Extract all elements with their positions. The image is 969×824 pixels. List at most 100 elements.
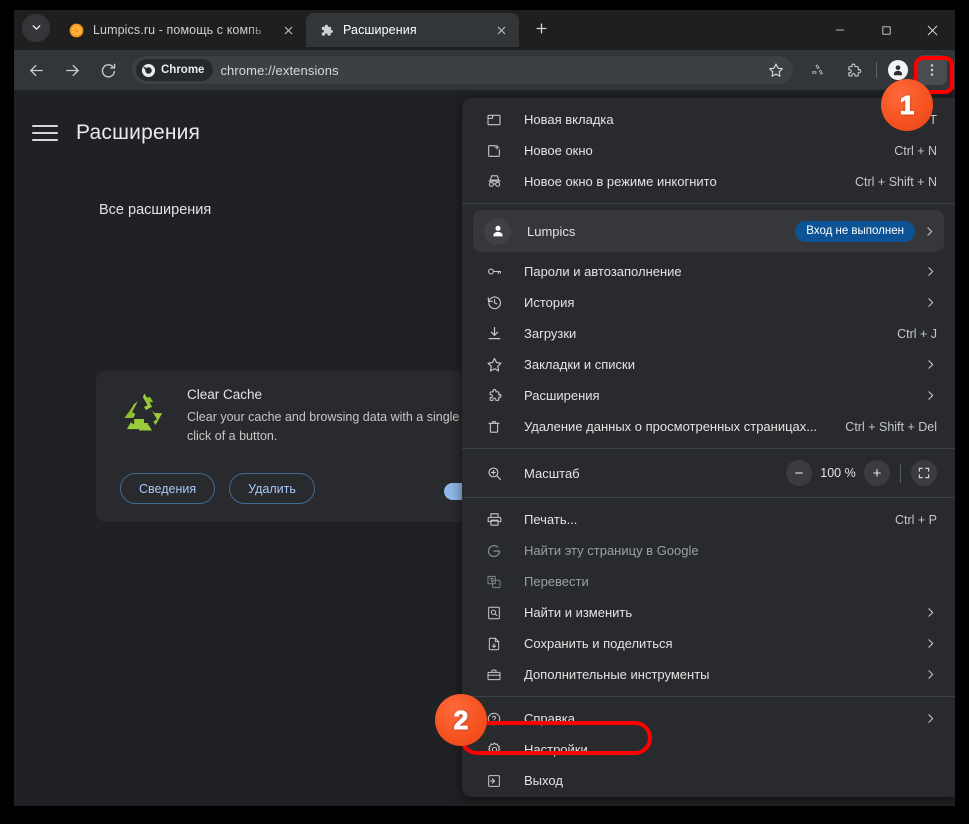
menu-item-extensions[interactable]: Расширения: [462, 380, 955, 411]
download-icon: [484, 325, 504, 342]
menu-item-new-window[interactable]: Новое окно Ctrl + N: [462, 135, 955, 166]
new-tab-button[interactable]: [527, 14, 555, 42]
extension-remove-button[interactable]: Удалить: [229, 473, 315, 504]
menu-item-passwords[interactable]: Пароли и автозаполнение: [462, 256, 955, 287]
minimize-button[interactable]: [817, 10, 863, 50]
menu-item-clear-browsing-data[interactable]: Удаление данных о просмотренных страница…: [462, 411, 955, 442]
menu-item-downloads[interactable]: Загрузки Ctrl + J: [462, 318, 955, 349]
chevron-right-icon: [924, 389, 937, 402]
browser-toolbar: Chrome chrome://extensions: [14, 50, 955, 90]
screenshot-root: Lumpics.ru - помощь с компь Расширения C…: [0, 0, 969, 824]
fullscreen-icon: [918, 467, 930, 479]
maximize-button[interactable]: [863, 10, 909, 50]
bookmark-button[interactable]: [763, 57, 789, 83]
clear-cache-extension-button[interactable]: [802, 55, 832, 85]
menu-item-label: Новое окно: [524, 143, 593, 158]
history-icon: [484, 294, 504, 311]
menu-item-incognito[interactable]: Новое окно в режиме инкогнито Ctrl + Shi…: [462, 166, 955, 197]
tab-extensions[interactable]: Расширения: [306, 13, 519, 47]
step-badge-2: 2: [435, 694, 487, 746]
avatar: [888, 60, 908, 80]
menu-item-label: Печать...: [524, 512, 578, 527]
profile-name: Lumpics: [527, 223, 576, 239]
window-controls: [817, 10, 955, 50]
back-button[interactable]: [21, 55, 51, 85]
menu-separator: [462, 696, 955, 697]
menu-item-translate: Перевести: [462, 566, 955, 597]
trash-icon: [484, 419, 504, 435]
close-window-button[interactable]: [909, 10, 955, 50]
translate-icon: [484, 574, 504, 590]
page-title: Расширения: [76, 121, 201, 144]
profile-signin-badge: Вход не выполнен: [795, 220, 915, 242]
zoom-value: 100 %: [820, 466, 856, 480]
menu-item-bookmarks[interactable]: Закладки и списки: [462, 349, 955, 380]
recycle-extension-icon: [811, 63, 823, 75]
zoom-divider: [900, 463, 901, 483]
menu-separator: [462, 497, 955, 498]
extension-details-button[interactable]: Сведения: [120, 473, 216, 504]
save-share-icon: [484, 636, 504, 652]
menu-item-label: Найти и изменить: [524, 605, 633, 620]
address-bar[interactable]: Chrome chrome://extensions: [132, 56, 793, 84]
menu-item-more-tools[interactable]: Дополнительные инструменты: [462, 659, 955, 690]
menu-item-label: Сохранить и поделиться: [524, 636, 673, 651]
toolbox-icon: [484, 667, 504, 683]
puzzle-icon: [484, 387, 504, 404]
new-tab-icon: [484, 112, 504, 128]
close-icon: [497, 26, 505, 34]
extension-card-top: Clear Cache Clear your cache and browsin…: [96, 387, 496, 446]
menu-item-find-and-edit[interactable]: Найти и изменить: [462, 597, 955, 628]
fullscreen-button[interactable]: [911, 460, 937, 486]
menu-item-label: Пароли и автозаполнение: [524, 264, 682, 279]
tab-search-button[interactable]: [22, 13, 50, 42]
extension-card-actions: Сведения Удалить: [120, 473, 315, 504]
browser-window: Lumpics.ru - помощь с компь Расширения C…: [14, 10, 955, 806]
menu-item-search-with-google: Найти эту страницу в Google: [462, 535, 955, 566]
print-icon: [484, 511, 504, 528]
menu-item-label: Закладки и списки: [524, 357, 636, 372]
menu-item-label: Дополнительные инструменты: [524, 667, 710, 682]
reload-button[interactable]: [93, 55, 123, 85]
puzzle-icon: [318, 22, 334, 38]
menu-item-label: Расширения: [524, 388, 600, 403]
plus-icon: [535, 22, 547, 34]
forward-button[interactable]: [57, 55, 87, 85]
minimize-icon: [836, 29, 844, 31]
menu-profile-row[interactable]: Lumpics Вход не выполнен: [473, 210, 944, 252]
menu-item-label: Выход: [524, 773, 563, 788]
menu-item-history[interactable]: История: [462, 287, 955, 318]
menu-item-label: Удаление данных о просмотренных страница…: [524, 419, 818, 434]
menu-item-accelerator: Ctrl + Shift + Del: [845, 419, 937, 434]
extension-description: Clear your cache and browsing data with …: [187, 410, 460, 443]
recycle-icon: [120, 387, 168, 446]
close-icon: [284, 26, 292, 34]
orange-favicon: [68, 22, 84, 38]
tab-title: Lumpics.ru - помощь с компь: [93, 23, 262, 37]
extension-card: Clear Cache Clear your cache and browsin…: [96, 371, 496, 522]
zoom-icon: [484, 465, 504, 482]
tab-lumpics[interactable]: Lumpics.ru - помощь с компь: [56, 13, 306, 47]
menu-separator: [462, 203, 955, 204]
hamburger-menu-icon[interactable]: [32, 120, 58, 146]
zoom-in-button[interactable]: +: [864, 460, 890, 486]
menu-item-label: Загрузки: [524, 326, 577, 341]
chevron-down-icon: [32, 25, 40, 30]
reload-icon: [101, 63, 115, 78]
exit-icon: [484, 773, 504, 789]
extension-card-body: Clear Cache Clear your cache and browsin…: [187, 387, 476, 446]
zoom-out-button[interactable]: −: [786, 460, 812, 486]
tab-close-button[interactable]: [491, 20, 511, 40]
person-icon: [484, 217, 511, 245]
new-window-icon: [484, 143, 504, 159]
zoom-label: Масштаб: [524, 465, 580, 481]
step-badge-1: 1: [881, 79, 933, 131]
menu-item-print[interactable]: Печать... Ctrl + P: [462, 504, 955, 535]
menu-item-save-and-share[interactable]: Сохранить и поделиться: [462, 628, 955, 659]
extensions-button[interactable]: [838, 55, 868, 85]
tab-close-button[interactable]: [278, 20, 298, 40]
incognito-icon: [484, 173, 504, 190]
toolbar-divider: [876, 62, 877, 78]
menu-zoom-row: Масштаб − 100 % +: [462, 455, 955, 491]
menu-item-exit[interactable]: Выход: [462, 765, 955, 796]
